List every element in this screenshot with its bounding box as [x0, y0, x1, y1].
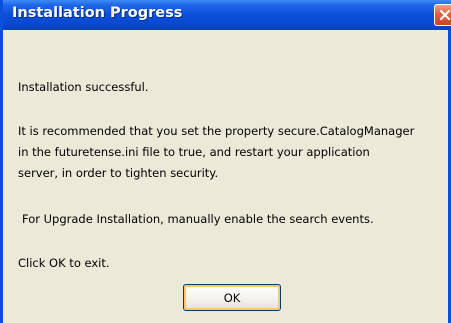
close-icon	[440, 10, 450, 20]
recommendation-line-1: It is recommended that you set the prope…	[18, 124, 415, 138]
exit-instruction: Click OK to exit.	[18, 256, 110, 270]
window-title: Installation Progress	[12, 5, 183, 21]
ok-button[interactable]: OK	[183, 284, 281, 311]
title-bar[interactable]: Installation Progress	[3, 0, 451, 30]
recommendation-line-3: server, in order to tighten security.	[18, 166, 219, 180]
close-button[interactable]	[434, 4, 451, 26]
status-message: Installation successful.	[18, 80, 149, 94]
upgrade-note: For Upgrade Installation, manually enabl…	[22, 212, 374, 226]
recommendation-line-2: in the futuretense.ini file to true, and…	[18, 145, 370, 159]
